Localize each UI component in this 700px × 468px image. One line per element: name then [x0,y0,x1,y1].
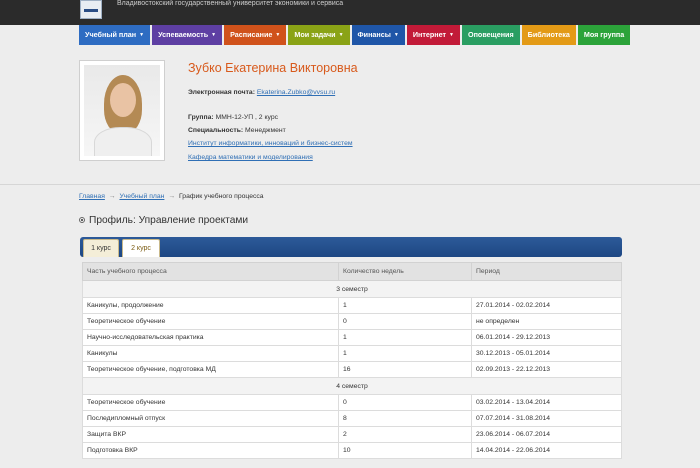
institute-link[interactable]: Институт информатики, инноваций и бизнес… [188,140,353,147]
nav-item[interactable]: Оповещения [462,25,520,45]
chevron-down-icon: ▼ [393,32,399,39]
nav-item[interactable]: Моя группа [577,25,631,45]
nav-item[interactable]: Библиотека [521,25,576,45]
breadcrumb-arrow: → [168,193,176,200]
group-label: Группа: [188,114,214,121]
section-divider [0,184,700,185]
cell-period: 23.06.2014 - 06.07.2014 [471,426,622,443]
cell-part: Последипломный отпуск [82,410,339,427]
column-header-part: Часть учебного процесса [82,262,339,281]
cell-weeks: 8 [338,410,472,427]
student-photo [79,60,165,161]
nav-item-label: Моя группа [583,30,625,39]
cell-part: Каникулы [82,345,339,362]
cell-period: не определен [471,313,622,330]
university-name: Владивостокский государственный универси… [117,0,344,7]
semester-title: 3 семестр [82,280,622,298]
semester-row: 4 семестр [82,377,622,395]
semester-row: 3 семестр [82,280,622,298]
cell-period: 06.01.2014 - 29.12.2013 [471,329,622,346]
nav-item-label: Успеваемость [158,30,209,39]
breadcrumb-home[interactable]: Главная [79,193,105,200]
email-row: Электронная почта: Ekaterina.Zubko@vvsu.… [188,89,335,96]
cell-weeks: 2 [338,426,472,443]
student-name: Зубко Екатерина Викторовна [188,61,358,75]
column-header-period: Период [471,262,622,281]
schedule-table: Часть учебного процесса Количество недел… [82,262,622,459]
column-header-weeks: Количество недель [338,262,472,281]
cell-weeks: 16 [338,361,472,378]
main-nav: Учебный план ▼ Успеваемость ▼ Расписание ▼ Мои… [79,25,632,45]
nav-item[interactable]: Учебный план ▼ [79,25,151,45]
breadcrumb: Главная → Учебный план → График учебного… [79,193,264,200]
nav-item-label: Мои задачи [294,30,336,39]
cell-period: 03.02.2014 - 13.04.2014 [471,394,622,411]
university-logo-icon[interactable] [80,0,102,19]
semester-title: 4 семестр [82,377,622,395]
department-link[interactable]: Кафедра математики и моделирования [188,154,313,161]
tabs-bar: 1 курс 2 курс [80,237,622,257]
cell-period: 27.01.2014 - 02.02.2014 [471,297,622,314]
cell-part: Научно-исследовательская практика [82,329,339,346]
table-header-row: Часть учебного процесса Количество недел… [82,262,622,281]
chevron-down-icon: ▼ [338,32,344,39]
email-link[interactable]: Ekaterina.Zubko@vvsu.ru [257,89,335,96]
nav-item[interactable]: Расписание ▼ [224,25,287,45]
nav-item[interactable]: Интернет ▼ [406,25,460,45]
cell-part: Теоретическое обучение [82,313,339,330]
cell-period: 02.09.2013 - 22.12.2013 [471,361,622,378]
table-row: Каникулы 1 30.12.2013 - 05.01.2014 [82,345,622,362]
cell-period: 14.04.2014 - 22.06.2014 [471,442,622,459]
cell-part: Каникулы, продолжение [82,297,339,314]
nav-item-label: Финансы [357,30,391,39]
tab-course-2[interactable]: 2 курс [122,239,160,257]
table-row: Защита ВКР 2 23.06.2014 - 06.07.2014 [82,426,622,443]
table-row: Подготовка ВКР 10 14.04.2014 - 22.06.2014 [82,442,622,459]
cell-weeks: 1 [338,297,472,314]
table-row: Научно-исследовательская практика 1 06.01.… [82,329,622,346]
nav-item[interactable]: Финансы ▼ [351,25,405,45]
table-row: Теоретическое обучение 0 03.02.2014 - 13.0… [82,394,622,411]
cell-weeks: 0 [338,313,472,330]
nav-item[interactable]: Успеваемость ▼ [152,25,223,45]
cell-part: Защита ВКР [82,426,339,443]
cell-part: Теоретическое обучение, подготовка МД [82,361,339,378]
breadcrumb-current: График учебного процесса [179,193,264,200]
cell-period: 07.07.2014 - 31.08.2014 [471,410,622,427]
chevron-down-icon: ▼ [275,32,281,39]
nav-item-label: Учебный план [85,30,137,39]
tab-course-1[interactable]: 1 курс [83,239,119,257]
cell-part: Подготовка ВКР [82,442,339,459]
chevron-down-icon: ▼ [449,32,454,39]
group-row: Группа: ММН-12-УП , 2 курс [188,114,278,121]
chevron-down-icon: ▼ [211,32,217,39]
nav-item-label: Расписание [230,30,273,39]
nav-item[interactable]: Мои задачи ▼ [288,25,350,45]
specialty-row: Специальность: Менеджмент [188,127,286,134]
cell-weeks: 1 [338,329,472,346]
group-value: ММН-12-УП , 2 курс [215,114,279,121]
table-row: Теоретическое обучение, подготовка МД 16 0… [82,361,622,378]
cell-weeks: 0 [338,394,472,411]
cell-weeks: 1 [338,345,472,362]
specialty-label: Специальность: [188,127,244,134]
nav-item-label: Оповещения [468,30,514,39]
nav-item-label: Библиотека [527,30,570,39]
email-label: Электронная почта: [188,89,255,96]
breadcrumb-arrow: → [108,193,116,200]
breadcrumb-plan[interactable]: Учебный план [119,193,164,200]
cell-part: Теоретическое обучение [82,394,339,411]
table-row: Каникулы, продолжение 1 27.01.2014 - 02.02… [82,297,622,314]
nav-item-label: Интернет [412,30,447,39]
table-row: Последипломный отпуск 8 07.07.2014 - 31.08… [82,410,622,427]
table-row: Теоретическое обучение 0 не определен [82,313,622,330]
bullet-icon [79,217,85,224]
chevron-down-icon: ▼ [139,32,145,39]
specialty-value: Менеджмент [245,127,286,134]
profile-heading: Профиль: Управление проектами [79,215,248,226]
cell-weeks: 10 [338,442,472,459]
top-header: Владивостокский государственный универси… [0,0,700,25]
page-title: Профиль: Управление проектами [89,215,249,226]
cell-period: 30.12.2013 - 05.01.2014 [471,345,622,362]
